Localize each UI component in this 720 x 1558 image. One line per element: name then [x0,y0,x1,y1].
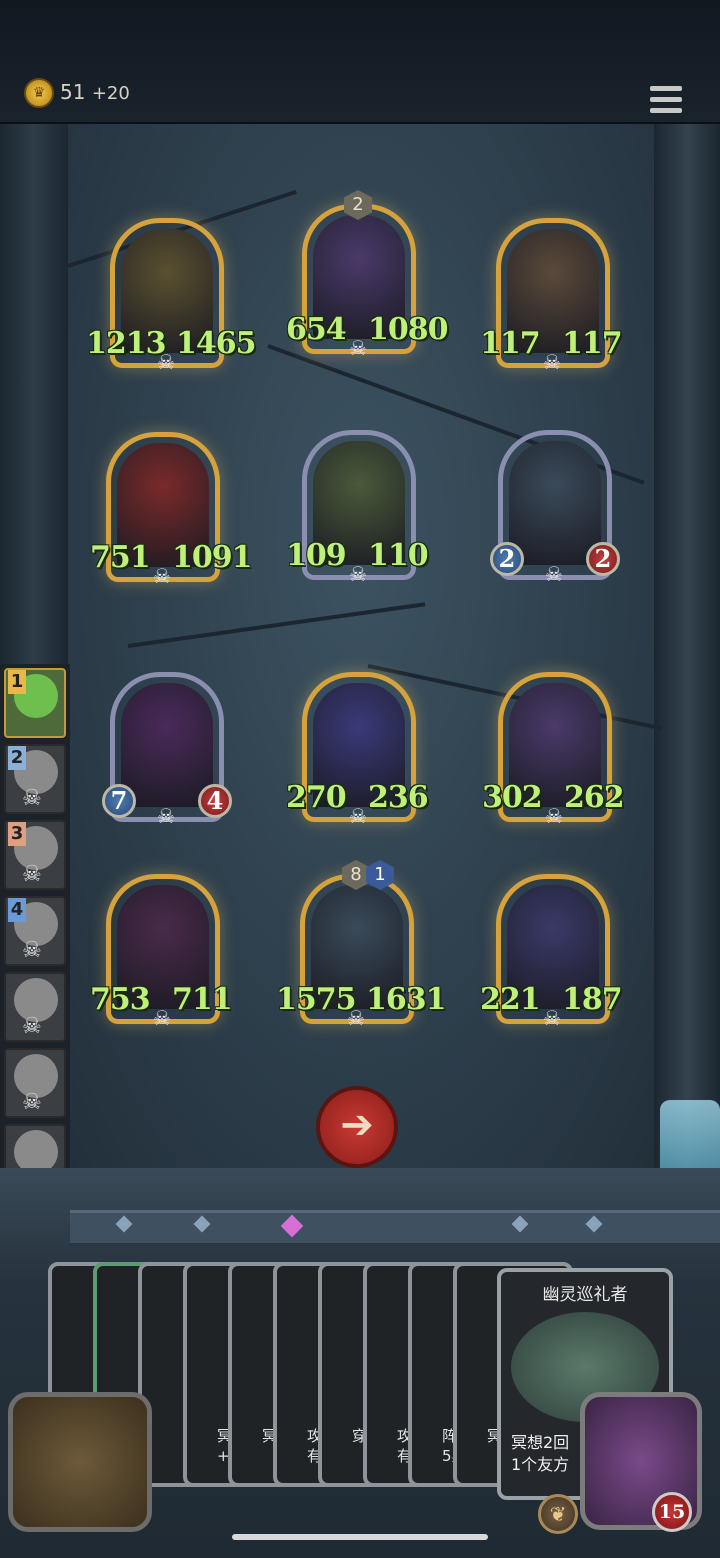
health-value: 1631 [366,982,446,1017]
gold-coin-icon: ♛ [24,78,54,108]
skull-icon: ☠ [22,1014,42,1039]
health-value: 2 [586,542,620,576]
roster-rank: 2 [8,746,26,770]
health-value: 236 [368,780,429,815]
roster-rank: 1 [8,670,26,694]
attack-value: 1575 [276,982,356,1017]
roster-slot[interactable]: 1 [4,668,66,738]
health-value: 110 [368,538,429,573]
attack-value: 117 [480,326,541,361]
hamburger-menu-icon[interactable] [650,86,682,116]
leaf-ability-icon[interactable]: ❦ [538,1494,578,1534]
minion-art [509,441,601,565]
attack-value: 302 [482,780,543,815]
attack-value: 7 [102,784,136,818]
shop-portrait[interactable] [8,1392,152,1532]
right-pillar [654,124,720,1168]
health-value: 711 [172,982,233,1017]
skull-icon: ☠ [22,1090,42,1115]
roster-slot[interactable]: ☠ 2 [4,744,66,814]
skull-icon: ☠ [545,562,563,586]
roster-rank: 4 [8,898,26,922]
health-value: 1091 [172,540,252,575]
health-value: 262 [564,780,625,815]
attack-value: 109 [286,538,347,573]
attack-value: 751 [90,540,151,575]
arrow-left-icon: ➔ [340,1102,374,1148]
attack-value: 753 [90,982,151,1017]
board-rail [70,1210,720,1246]
attack-value: 1213 [86,326,166,361]
candles-decoration [660,1100,720,1170]
roster-rank: 3 [8,822,26,846]
gold-amount: 51 [60,80,86,104]
card-description: 冥想2回 1个友方 [511,1432,569,1476]
skull-icon: ☠ [153,564,171,588]
health-value: 4 [198,784,232,818]
skull-icon: ☠ [153,1006,171,1030]
skull-icon: ☠ [22,862,42,887]
roster-slot[interactable]: ☠ 4 [4,896,66,966]
skull-icon: ☠ [543,1006,561,1030]
health-value: 187 [562,982,623,1017]
roster-slot[interactable]: ☠ [4,1048,66,1118]
card-desc-line: 1个友方 [511,1455,570,1474]
skull-icon: ☠ [22,786,42,811]
attack-value: 654 [286,312,347,347]
skull-icon: ☠ [545,804,563,828]
skull-icon: ☠ [349,562,367,586]
attack-value: 270 [286,780,347,815]
home-indicator[interactable] [232,1534,488,1540]
skull-icon: ☠ [22,938,42,963]
skull-icon: ☠ [157,804,175,828]
attack-value: 221 [480,982,541,1017]
gold-counter: 51 +20 [60,80,130,104]
card-title: 幽灵巡礼者 [542,1285,628,1305]
card-desc-line: 冥想2回 [511,1433,570,1452]
roster-slot[interactable]: ☠ [4,972,66,1042]
gold-income: +20 [91,83,130,104]
attack-value: 2 [490,542,524,576]
hero-health: 15 [652,1492,692,1532]
health-value: 1465 [176,326,256,361]
health-value: 1080 [368,312,448,347]
skull-icon: ☠ [543,350,561,374]
top-bar [0,0,720,124]
roster-slot[interactable]: ☠ 3 [4,820,66,890]
skull-icon: ☠ [349,336,367,360]
return-button[interactable]: ➔ [316,1086,398,1168]
skull-icon: ☠ [349,804,367,828]
health-value: 117 [562,326,623,361]
minion-art [121,683,213,807]
